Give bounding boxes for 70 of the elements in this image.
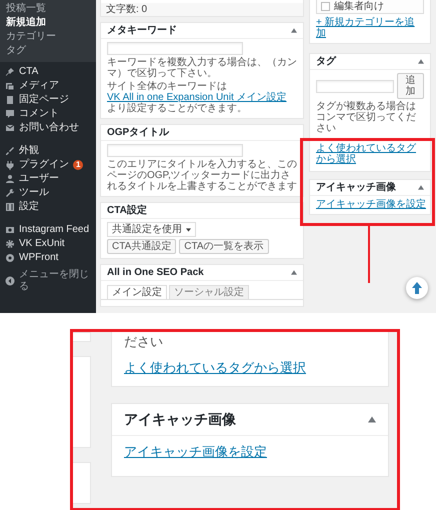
settings-tab[interactable]: メイン設定	[107, 285, 167, 299]
category-label: 編集者向け	[334, 1, 384, 12]
settings-tab[interactable]: ソーシャル設定	[169, 285, 249, 299]
menu-item[interactable]: WPFront	[19, 252, 58, 264]
mail-icon	[5, 123, 15, 133]
menu-item[interactable]: Instagram Feed	[19, 224, 90, 236]
help-text: キーワードを複数入力する場合は、（カンマ）で区切って下さい。	[107, 57, 297, 79]
keywords-input[interactable]	[107, 42, 243, 55]
collapse-menu-link[interactable]: メニューを閉じる	[19, 269, 91, 293]
menu-item[interactable]: コメント	[19, 108, 59, 120]
collapse-icon[interactable]	[418, 185, 424, 190]
panel-title: OGPタイトル	[107, 127, 170, 138]
popular-tags-link[interactable]: よく使われているタグから選択	[124, 360, 376, 376]
photo-icon	[5, 225, 15, 235]
ogp-title-input[interactable]	[107, 144, 243, 157]
panel-title: アイキャッチ画像	[124, 411, 236, 428]
category-checkbox[interactable]	[321, 2, 330, 11]
help-text: タグが複数ある場合はコンマで区切ってください	[316, 101, 417, 134]
cta-button[interactable]: CTA共通設定	[107, 239, 176, 254]
sliders-icon	[5, 202, 15, 212]
comment-icon	[5, 109, 15, 119]
plug-icon	[5, 160, 15, 170]
brush-icon	[5, 146, 15, 156]
panel-title: All in One SEO Pack	[107, 267, 204, 278]
panel-edge	[73, 332, 91, 342]
caret-icon	[186, 228, 191, 232]
word-count: 文字数: 0	[100, 3, 304, 17]
menu-item[interactable]: 固定ページ	[19, 94, 69, 106]
menu-item[interactable]: 設定	[19, 201, 39, 213]
settings-link[interactable]: VK All in one Expansion Unit メイン設定	[107, 92, 287, 103]
help-text: ださい	[124, 334, 164, 350]
collapse-menu-icon[interactable]	[5, 276, 15, 286]
menu-item[interactable]: プラグイン	[19, 159, 69, 171]
collapse-icon[interactable]	[418, 59, 424, 64]
media-icon	[5, 81, 15, 91]
menu-item[interactable]: お問い合わせ	[19, 122, 79, 134]
menu-item[interactable]: メディア	[19, 80, 59, 92]
menu-item[interactable]: ユーザー	[19, 173, 59, 185]
page-icon	[5, 95, 15, 105]
panel-title: アイキャッチ画像	[316, 182, 396, 193]
collapse-icon[interactable]	[368, 416, 376, 423]
collapse-icon[interactable]	[291, 28, 297, 33]
submenu-item[interactable]: カテゴリー	[0, 30, 96, 44]
user-icon	[5, 174, 15, 184]
menu-item[interactable]: 外観	[19, 145, 39, 157]
tag-input[interactable]	[316, 80, 394, 92]
update-badge: 1	[73, 160, 84, 170]
cta-select[interactable]: 共通設定を使用	[107, 222, 196, 237]
cta-button[interactable]: CTAの一覧を表示	[179, 239, 269, 254]
set-featured-image-link[interactable]: アイキャッチ画像を設定	[124, 444, 267, 460]
menu-item[interactable]: ツール	[19, 187, 49, 199]
panel-title: タグ	[316, 56, 336, 67]
menu-item[interactable]: CTA	[19, 66, 38, 78]
scroll-top-button[interactable]	[406, 277, 428, 299]
submenu-item[interactable]: 新規追加	[0, 16, 96, 30]
help-text: サイト全体のキーワードは VK All in one Expansion Unit メイン設定 より設定することができます。	[107, 81, 288, 114]
set-featured-image-link[interactable]: アイキャッチ画像を設定	[316, 199, 426, 210]
gear-icon	[5, 239, 15, 249]
add-category-link[interactable]: + 新規カテゴリーを追加	[316, 14, 424, 39]
wrench-icon	[5, 188, 15, 198]
help-text: このエリアにタイトルを入力すると、このページのOGP,ツイッターカードに出力されるタイトルを上書きすることができます	[107, 159, 297, 192]
panel-edge	[73, 462, 91, 504]
panel-title: CTA設定	[107, 205, 147, 216]
menu-item[interactable]: VK ExUnit	[19, 238, 65, 250]
submenu-item[interactable]: タグ	[0, 44, 96, 58]
panel-title: メタキーワード	[107, 25, 177, 36]
collapse-icon[interactable]	[291, 270, 297, 275]
pin-icon	[5, 67, 15, 77]
submenu-item[interactable]: 投稿一覧	[0, 2, 96, 16]
add-tag-button[interactable]: 追加	[397, 73, 424, 99]
